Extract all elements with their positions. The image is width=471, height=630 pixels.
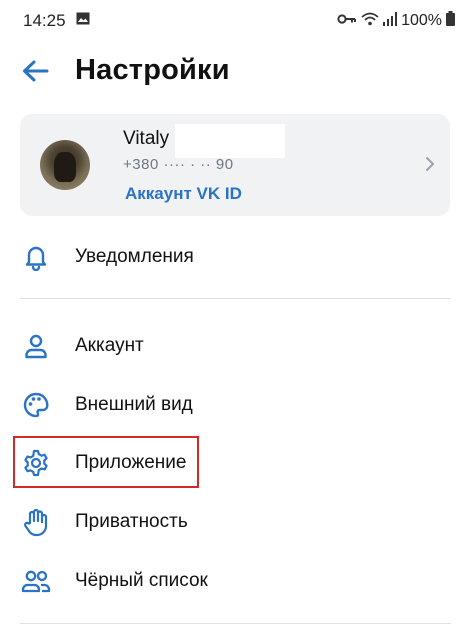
chevron-right-icon <box>425 156 435 177</box>
menu-item-notifications[interactable]: Уведомления <box>0 228 471 284</box>
menu-item-label: Чёрный список <box>75 570 208 591</box>
vk-id-account-link[interactable]: Аккаунт VK ID <box>125 184 242 204</box>
menu-item-label: Приватность <box>75 511 188 532</box>
menu-item-appearance[interactable]: Внешний вид <box>0 376 471 432</box>
users-icon <box>20 566 52 596</box>
person-icon <box>20 331 52 361</box>
palette-icon <box>20 390 52 420</box>
menu-item-blacklist[interactable]: Чёрный список <box>0 552 471 608</box>
battery-percent: 100% <box>401 12 442 29</box>
profile-card[interactable]: Vitaly +380 ···· · ·· 90 Аккаунт VK ID <box>20 114 450 216</box>
status-time: 14:25 <box>23 11 66 30</box>
menu-item-label: Аккаунт <box>75 335 144 356</box>
signal-icon <box>383 11 398 31</box>
profile-name: Vitaly <box>123 128 170 149</box>
wifi-icon <box>361 12 379 31</box>
battery-icon <box>446 11 455 31</box>
menu-item-account[interactable]: Аккаунт <box>0 317 471 373</box>
status-indicators: 100% <box>337 11 455 31</box>
menu-item-label: Внешний вид <box>75 394 193 415</box>
highlight-box <box>13 436 199 488</box>
menu-item-label: Уведомления <box>75 246 194 267</box>
hand-icon <box>20 507 52 537</box>
header: Настройки <box>0 50 471 96</box>
back-arrow-icon <box>21 59 49 88</box>
gallery-notification-icon <box>76 12 90 30</box>
redaction-mask <box>175 124 285 158</box>
bell-icon <box>20 242 52 272</box>
divider <box>20 623 451 624</box>
page-title: Настройки <box>75 54 230 86</box>
status-bar: 14:25 100% <box>0 0 471 40</box>
menu-item-privacy[interactable]: Приватность <box>0 493 471 549</box>
back-button[interactable] <box>18 58 52 88</box>
divider <box>20 298 451 299</box>
profile-phone: +380 ···· · ·· 90 <box>123 156 234 173</box>
avatar <box>40 140 90 190</box>
key-icon <box>337 12 357 30</box>
